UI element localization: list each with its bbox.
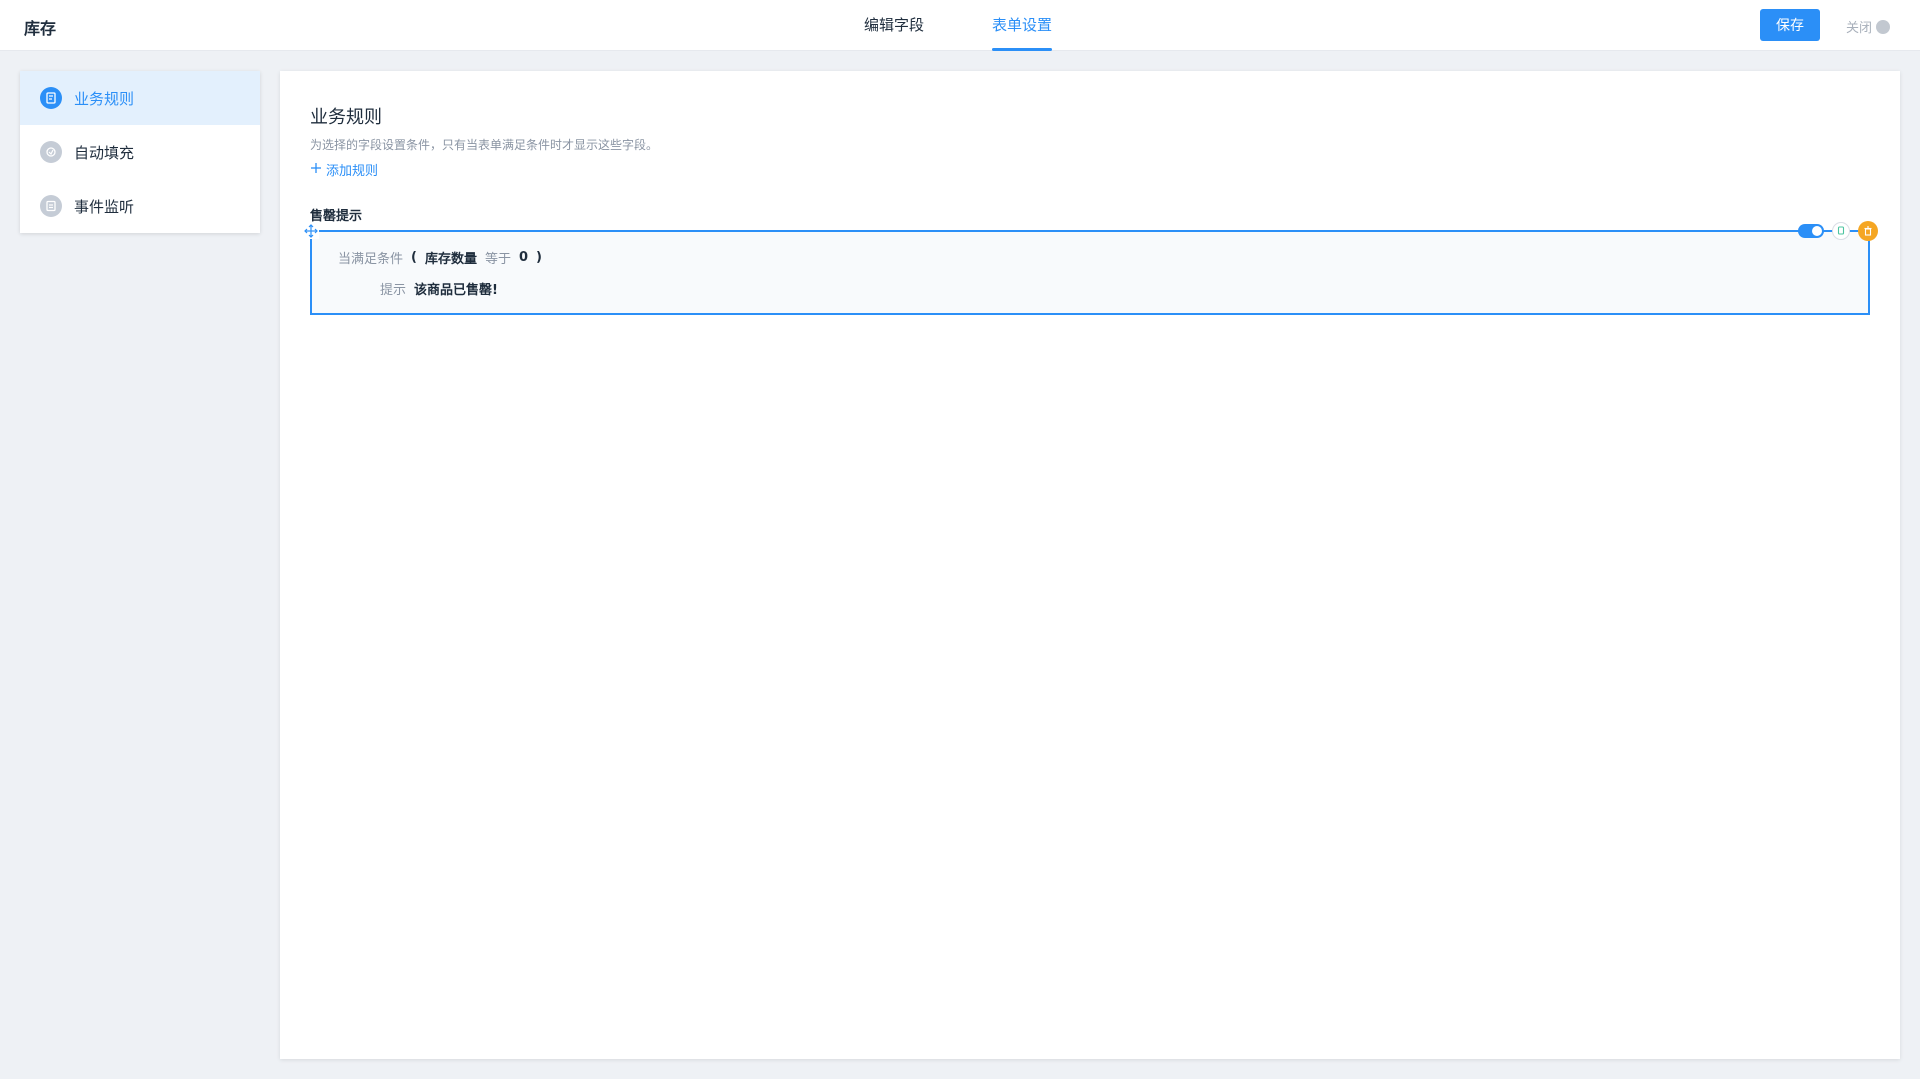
tab-form-settings[interactable]: 表单设置 [992, 14, 1053, 51]
page-title: 业务规则 [310, 107, 382, 128]
top-header: 库存 编辑字段 表单设置 保存 关闭 [0, 0, 1920, 51]
move-icon[interactable] [303, 223, 319, 239]
toolbar-divider [1850, 230, 1858, 232]
add-rule-label: 添加规则 [326, 164, 379, 179]
delete-icon[interactable] [1858, 221, 1878, 241]
page-description: 为选择的字段设置条件，只有当表单满足条件时才显示这些字段。 [310, 138, 659, 152]
sidebar-item-label: 业务规则 [74, 89, 135, 108]
sidebar-item-label: 事件监听 [74, 197, 135, 216]
condition-field: 库存数量 [424, 252, 477, 267]
app-title: 库存 [24, 19, 57, 38]
event-listener-icon [40, 195, 62, 217]
condition-open-paren: ( [411, 250, 417, 265]
save-button[interactable]: 保存 [1760, 9, 1820, 41]
condition-prefix: 当满足条件 [338, 252, 404, 267]
close-button[interactable]: 关闭 [1846, 17, 1891, 36]
toolbar-divider [1824, 230, 1832, 232]
rule-name: 售罄提示 [310, 209, 363, 224]
condition-operator: 等于 [484, 252, 511, 267]
condition-close-paren: ) [536, 250, 542, 265]
rule-card[interactable]: 当满足条件 ( 库存数量 等于 0 ) 提示 该商品已售罄! [303, 221, 1878, 315]
sidebar-item-event-listener[interactable]: 事件监听 [20, 179, 260, 233]
sidebar-item-label: 自动填充 [74, 143, 135, 162]
close-label: 关闭 [1846, 21, 1873, 36]
tab-edit-fields[interactable]: 编辑字段 [864, 14, 924, 51]
rule-toolbar [1798, 221, 1878, 241]
sidebar-item-autofill[interactable]: 自动填充 [20, 125, 260, 179]
tip-label: 提示 [380, 283, 407, 298]
add-rule-button[interactable]: 添加规则 [310, 160, 378, 179]
autofill-icon [40, 141, 62, 163]
rule-condition: 当满足条件 ( 库存数量 等于 0 ) [338, 248, 542, 267]
plus-icon [310, 162, 322, 178]
close-icon [1876, 19, 1891, 34]
settings-sidebar: 业务规则 自动填充 事件监听 [20, 71, 260, 233]
condition-value: 0 [519, 250, 529, 265]
tip-text: 该商品已售罄! [414, 283, 498, 298]
rules-icon [40, 87, 62, 109]
main-panel: 业务规则 为选择的字段设置条件，只有当表单满足条件时才显示这些字段。 添加规则 … [280, 71, 1900, 1059]
rule-enable-toggle[interactable] [1798, 224, 1824, 238]
copy-icon[interactable] [1832, 222, 1850, 240]
sidebar-item-business-rules[interactable]: 业务规则 [20, 71, 260, 125]
rule-tip: 提示 该商品已售罄! [380, 279, 498, 298]
